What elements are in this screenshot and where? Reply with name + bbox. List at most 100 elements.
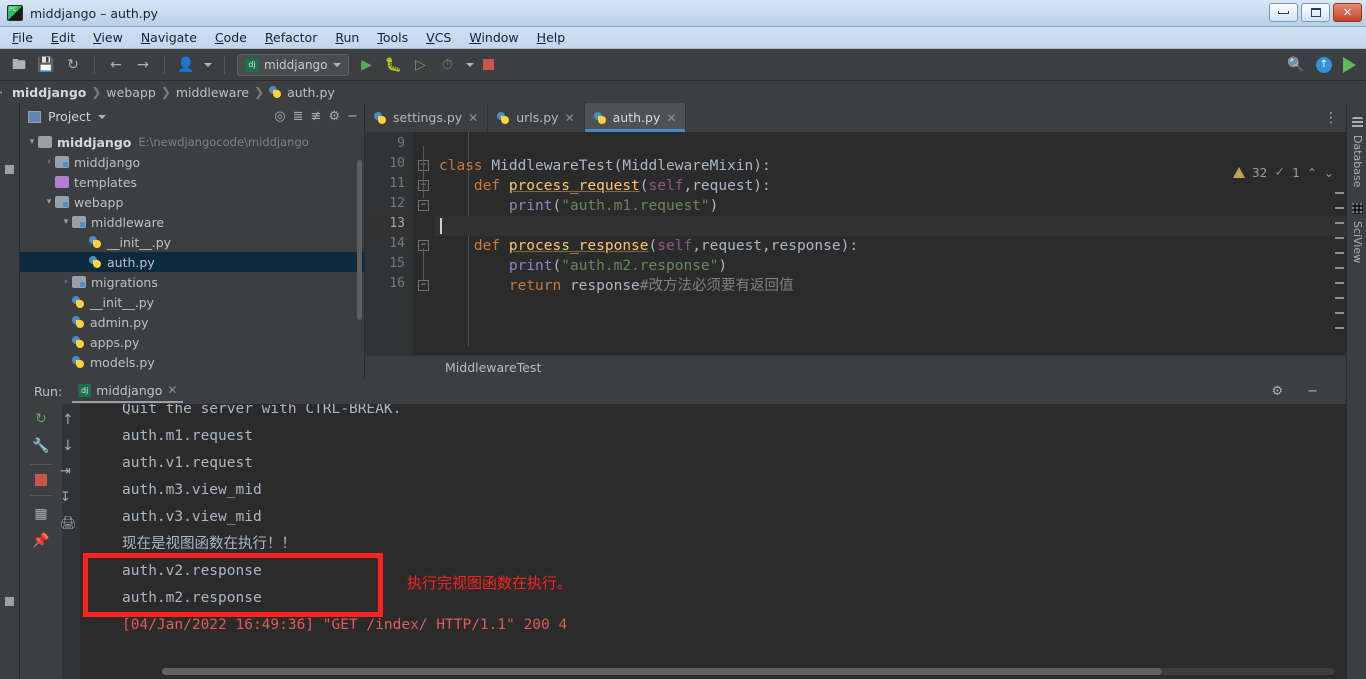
hide-icon[interactable]: − [1307, 385, 1318, 398]
sidebar-item-structure[interactable]: Structure [0, 482, 3, 533]
hide-icon[interactable]: − [347, 110, 358, 123]
close-icon[interactable]: ✕ [167, 383, 177, 397]
close-icon[interactable]: ✕ [468, 111, 478, 125]
chevron-down-icon[interactable] [465, 62, 474, 67]
scroll-down-icon[interactable]: ↓ [62, 438, 74, 454]
tree-scrollbar[interactable] [357, 160, 362, 320]
breadcrumb-item[interactable]: auth.py [287, 85, 335, 100]
scroll-up-icon[interactable]: ↑ [62, 412, 74, 428]
profile-icon[interactable]: 👤 [177, 56, 195, 74]
menu-item-navigate[interactable]: Navigate [141, 30, 197, 45]
tree-node-models-py[interactable]: models.py [20, 352, 364, 372]
chevron-down-icon[interactable]: ▾ [26, 137, 38, 147]
run-configuration-selector[interactable]: dj middjango [237, 53, 349, 76]
sidebar-item-database[interactable]: Database [1351, 135, 1364, 188]
layout-icon[interactable]: ▦ [31, 505, 51, 523]
menu-item-run[interactable]: Run [335, 30, 359, 45]
breadcrumb-item[interactable]: webapp [106, 85, 155, 100]
fold-toggle-icon[interactable]: − [418, 200, 429, 211]
chevron-down-icon[interactable] [204, 62, 212, 67]
next-problem-icon[interactable]: ⌄ [1324, 166, 1334, 180]
scroll-to-end-icon[interactable]: ↧ [60, 490, 71, 505]
forward-arrow-icon[interactable]: → [134, 56, 152, 74]
close-icon[interactable]: ✕ [565, 111, 575, 125]
chevron-right-icon[interactable]: › [43, 157, 55, 167]
chevron-down-icon[interactable]: ▾ [60, 217, 72, 227]
chevron-down-icon[interactable] [97, 114, 106, 119]
open-folder-icon[interactable]: 🖿 [10, 56, 28, 74]
tree-node-auth-py[interactable]: auth.py [20, 252, 364, 272]
close-icon[interactable]: ✕ [666, 111, 676, 125]
tree-node-apps-py[interactable]: apps.py [20, 332, 364, 352]
editor-marker-bar[interactable] [1335, 192, 1344, 342]
console-horizontal-scrollbar[interactable] [162, 668, 1334, 675]
menu-item-tools[interactable]: Tools [377, 30, 408, 45]
stop-icon[interactable] [35, 474, 47, 486]
settings-gear-icon[interactable]: ⚙ [328, 110, 340, 123]
sidebar-item-project[interactable]: Project [0, 73, 3, 111]
collapse-all-icon[interactable]: ≢ [311, 110, 322, 123]
tree-node-webapp[interactable]: ▾ webapp [20, 192, 364, 212]
close-button[interactable]: ✕ [1333, 3, 1362, 22]
settings-wrench-icon[interactable]: 🔧 [31, 437, 51, 455]
tree-node---init---py[interactable]: __init__.py [20, 232, 364, 252]
editor-tab-auth-py[interactable]: auth.py ✕ [584, 103, 687, 132]
tree-node-middleware[interactable]: ▾ middleware [20, 212, 364, 232]
prev-problem-icon[interactable]: ⌃ [1307, 166, 1317, 180]
tree-node-migrations[interactable]: › migrations [20, 272, 364, 292]
debug-icon[interactable]: 🐛 [385, 56, 403, 74]
code-token: ( [639, 178, 649, 194]
warning-icon [1233, 167, 1246, 178]
menu-item-edit[interactable]: Edit [51, 30, 75, 45]
profile-run-icon[interactable]: ⏱ [439, 56, 457, 74]
menu-item-window[interactable]: Window [469, 30, 518, 45]
back-arrow-icon[interactable]: ← [107, 56, 125, 74]
menu-item-code[interactable]: Code [215, 30, 247, 45]
restore-button[interactable] [1301, 3, 1330, 22]
breadcrumb-item[interactable]: middjango [12, 85, 86, 100]
tree-node---init---py[interactable]: __init__.py [20, 292, 364, 312]
menu-item-help[interactable]: Help [537, 30, 566, 45]
stop-icon[interactable] [482, 59, 494, 70]
chevron-right-icon[interactable]: › [60, 277, 72, 287]
editor-tab-urls-py[interactable]: urls.py ✕ [488, 103, 585, 132]
fold-toggle-icon[interactable]: − [418, 280, 429, 291]
breadcrumb-item[interactable]: middleware [176, 85, 249, 100]
editor-tab-settings-py[interactable]: settings.py ✕ [365, 103, 489, 132]
code-content[interactable]: class MiddlewareTest(MiddlewareMixin): d… [435, 132, 1346, 355]
menu-item-refactor[interactable]: Refactor [265, 30, 317, 45]
run-console[interactable]: 执行完视图函数在执行。 Quit the server with CTRL-BR… [62, 404, 1346, 679]
run-tab[interactable]: dj middjango ✕ [72, 379, 184, 403]
pin-icon[interactable]: 📌 [31, 532, 51, 550]
menu-item-view[interactable]: View [93, 30, 123, 45]
more-options-icon[interactable]: ⋮ [1316, 103, 1346, 132]
search-icon[interactable]: 🔍 [1287, 56, 1305, 74]
run-coverage-icon[interactable]: ▷ [412, 56, 430, 74]
menu-item-file[interactable]: File [12, 30, 33, 45]
play-colored-icon[interactable] [1343, 56, 1356, 73]
code-editor[interactable]: 910111213141516 −−−−− class MiddlewareTe… [365, 132, 1346, 355]
sync-icon[interactable]: ↻ [64, 56, 82, 74]
soft-wrap-icon[interactable]: ⇥ [60, 464, 71, 479]
menu-item-vcs[interactable]: VCS [426, 30, 451, 45]
tree-node-middjango[interactable]: › middjango [20, 152, 364, 172]
run-icon[interactable]: ▶ [358, 56, 376, 74]
scrollbar-thumb[interactable] [162, 668, 1162, 675]
update-icon[interactable]: ↑ [1316, 56, 1332, 73]
module-folder-icon [55, 156, 69, 168]
module-folder-icon [72, 276, 86, 288]
minimize-button[interactable] [1269, 3, 1298, 22]
save-icon[interactable]: 💾 [37, 56, 55, 74]
sidebar-item-sciview[interactable]: SciView [1351, 221, 1364, 263]
chevron-down-icon[interactable]: ▾ [43, 197, 55, 207]
sidebar-item-bookmarks[interactable]: Bookmarks [0, 554, 3, 615]
tree-node-admin-py[interactable]: admin.py [20, 312, 364, 332]
project-folder-icon [5, 165, 14, 174]
tree-node-templates[interactable]: templates [20, 172, 364, 192]
expand-all-icon[interactable]: ≣ [293, 110, 304, 123]
print-icon[interactable]: 🖨 [60, 516, 77, 531]
rerun-icon[interactable]: ↻ [31, 410, 51, 428]
settings-gear-icon[interactable]: ⚙ [1271, 385, 1283, 398]
locate-icon[interactable]: ◎ [274, 110, 285, 123]
tree-node-middjango[interactable]: ▾ middjango E:\newdjangocode\middjango [20, 132, 364, 152]
